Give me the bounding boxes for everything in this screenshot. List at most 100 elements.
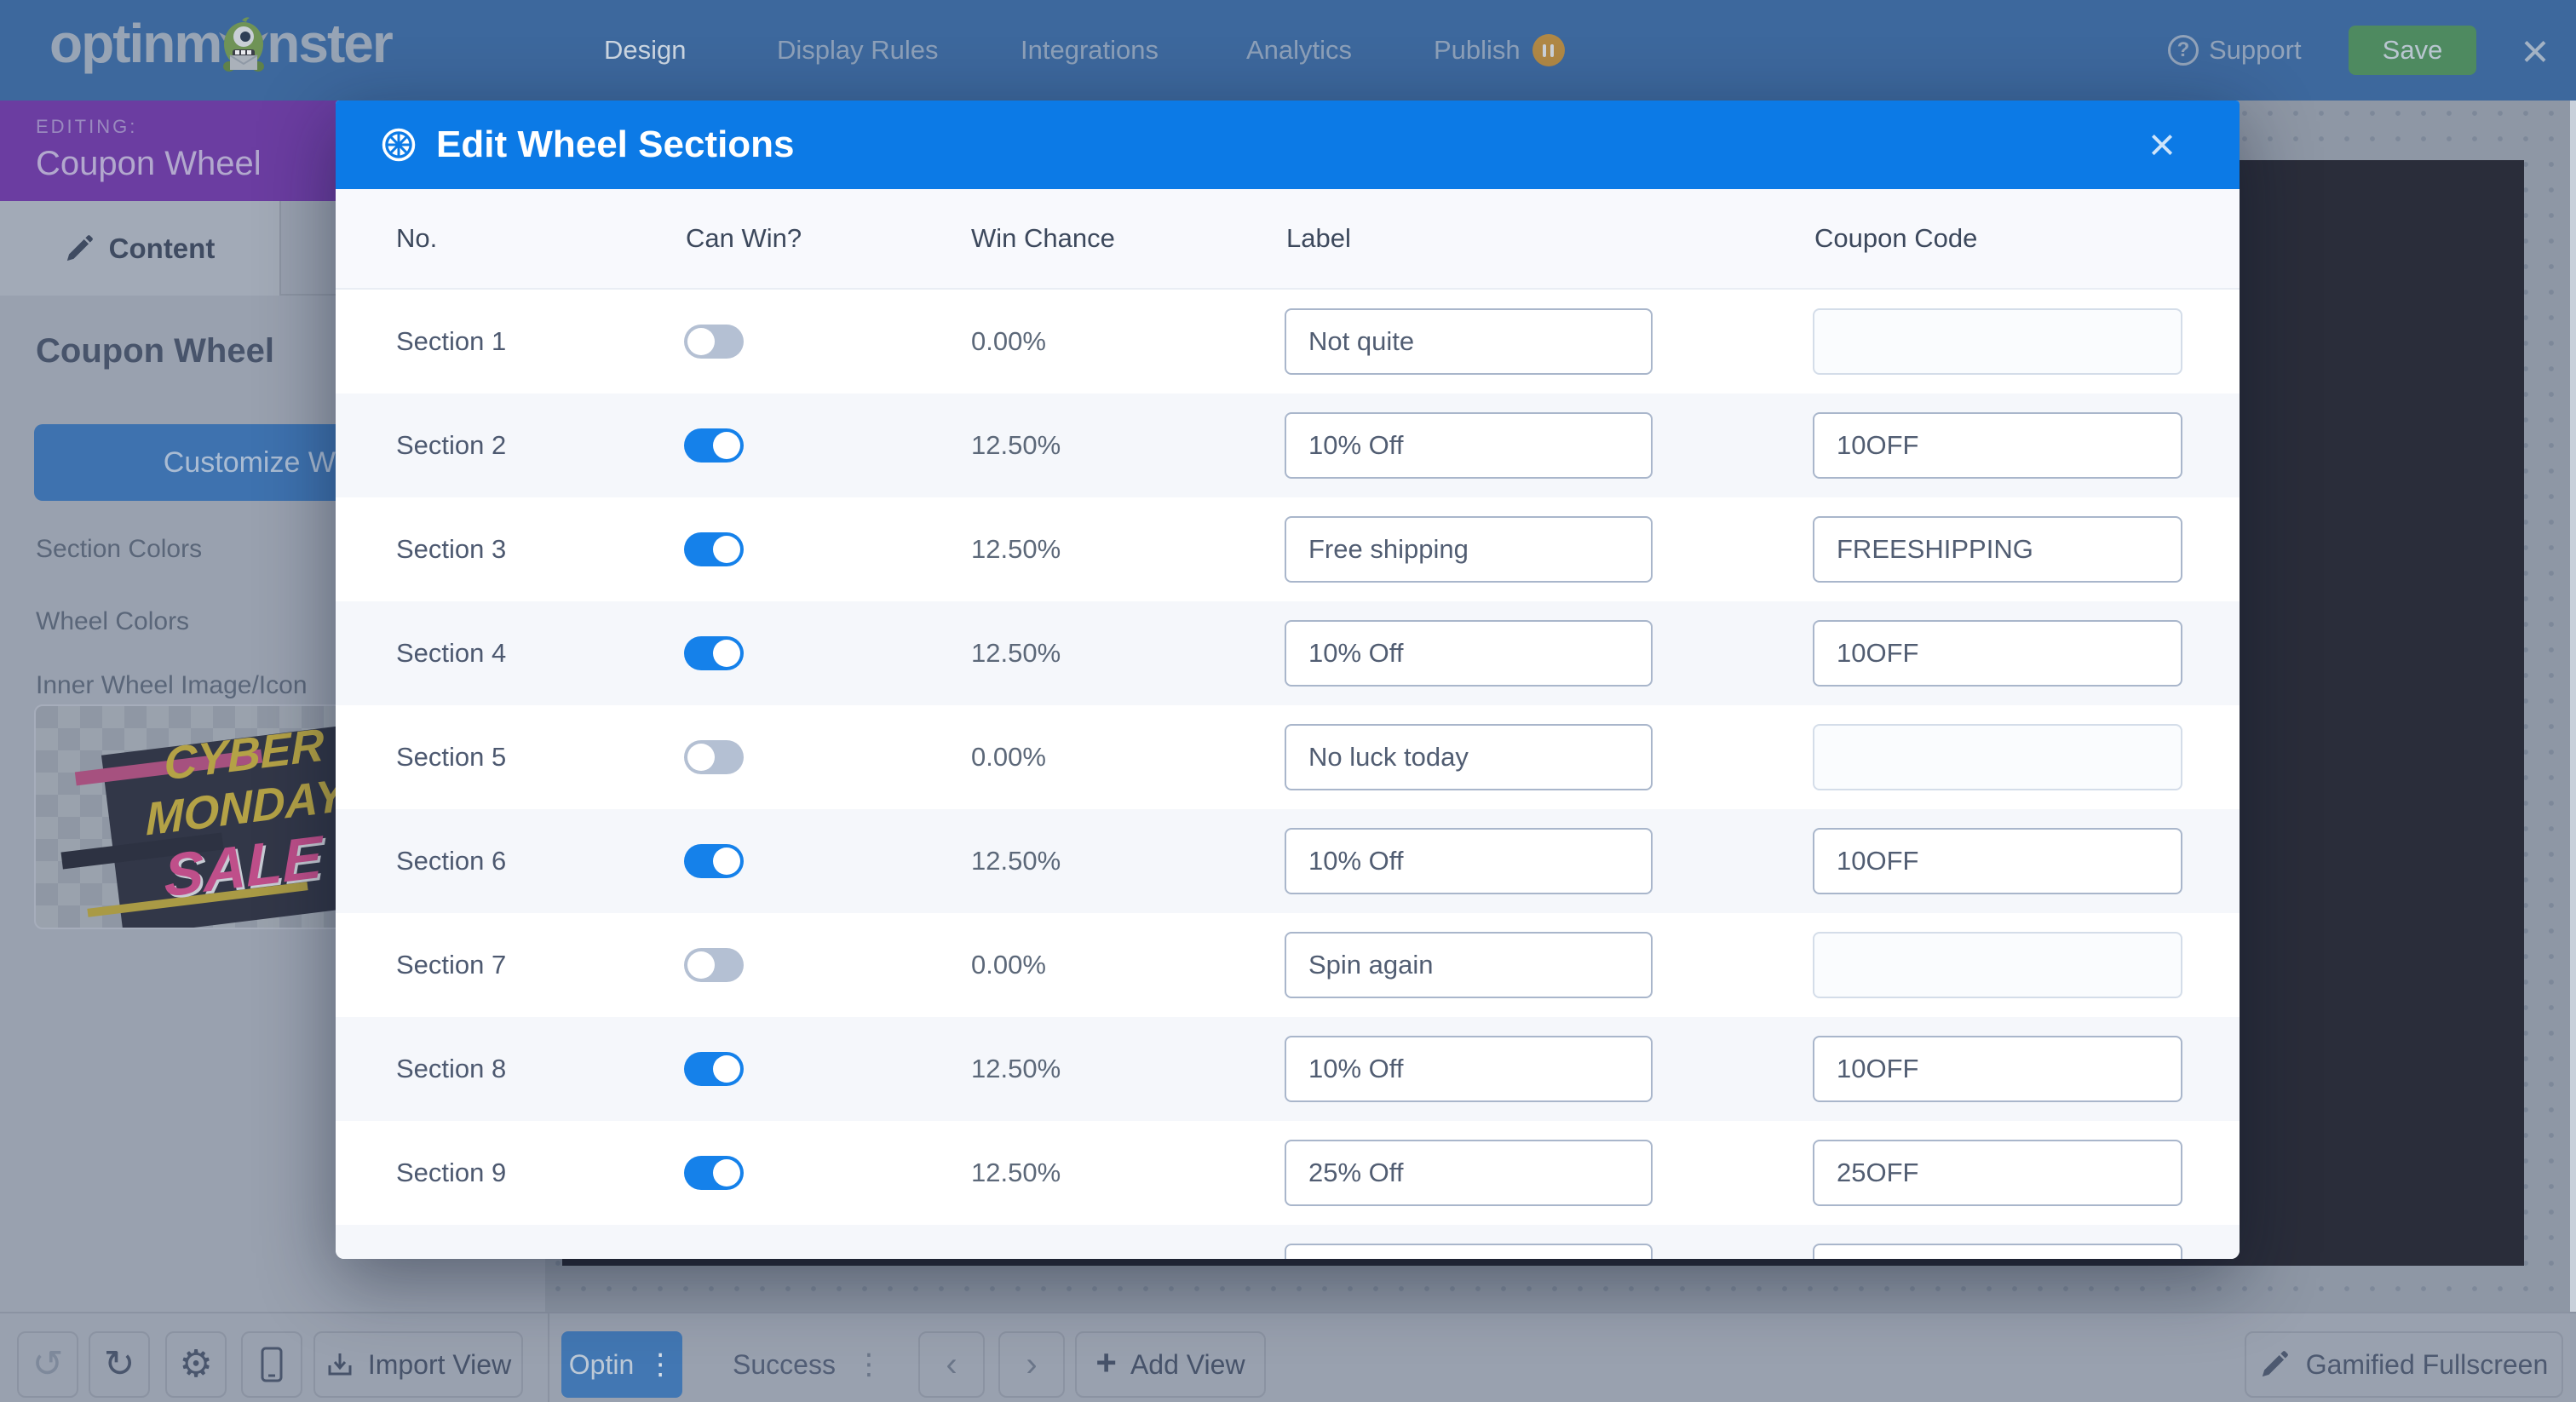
section-number: Section 3 — [396, 534, 506, 565]
nav-item-design[interactable]: Design — [604, 0, 687, 101]
tab-content[interactable]: Content — [0, 201, 281, 296]
toggle-knob — [713, 848, 740, 875]
label-input[interactable] — [1285, 1140, 1653, 1206]
redo-button[interactable]: ↻ — [89, 1331, 150, 1398]
section-number: Section 9 — [396, 1158, 506, 1188]
coupon-input[interactable] — [1813, 932, 2182, 998]
label-input[interactable] — [1285, 308, 1653, 375]
column-header-coupon: Coupon Code — [1814, 223, 1977, 254]
save-label: Save — [2383, 35, 2443, 66]
column-header-no: No. — [396, 223, 437, 254]
section-colors-row[interactable]: Section Colors — [36, 535, 202, 564]
wheel-colors-row[interactable]: Wheel Colors — [36, 607, 189, 636]
support-label: Support — [2209, 35, 2302, 66]
section-number: Section 1 — [396, 326, 506, 357]
can-win-toggle[interactable] — [684, 1156, 744, 1190]
can-win-toggle[interactable] — [684, 1052, 744, 1086]
nav-item-display-rules[interactable]: Display Rules — [777, 0, 939, 101]
label-input[interactable] — [1285, 516, 1653, 583]
logo-text-left: optinm — [49, 12, 221, 75]
bottom-toolbar: ↺ ↻ ⚙ Import View Optin ⋮ Success ⋮ ‹ — [0, 1312, 2576, 1402]
modal-title: Edit Wheel Sections — [436, 124, 795, 166]
coupon-input[interactable] — [1813, 1036, 2182, 1102]
nav-item-analytics[interactable]: Analytics — [1246, 0, 1352, 101]
column-header-label: Label — [1286, 223, 1351, 254]
nav-item-label: Integrations — [1021, 35, 1159, 66]
table-row: Section 8 12.50% — [336, 1017, 2240, 1121]
can-win-toggle[interactable] — [684, 740, 744, 774]
logo-text-right: nster — [267, 12, 392, 75]
can-win-toggle[interactable] — [684, 844, 744, 878]
win-chance: 12.50% — [971, 430, 1061, 461]
can-win-toggle[interactable] — [684, 325, 744, 359]
label-input[interactable] — [1285, 620, 1653, 687]
coupon-input[interactable] — [1813, 516, 2182, 583]
section-number: Section 8 — [396, 1054, 506, 1084]
coupon-input[interactable] — [1813, 308, 2182, 375]
label-input[interactable] — [1285, 724, 1653, 790]
modal-close-icon[interactable]: × — [2132, 101, 2192, 189]
import-view-label: Import View — [368, 1349, 511, 1381]
optin-view-button[interactable]: Optin ⋮ — [561, 1331, 682, 1398]
save-button[interactable]: Save — [2349, 26, 2476, 75]
chevron-left-icon: ‹ — [946, 1346, 957, 1384]
builder-close-icon[interactable]: × — [2510, 0, 2561, 101]
coupon-input[interactable] — [1813, 724, 2182, 790]
add-view-button[interactable]: + Add View — [1075, 1331, 1266, 1398]
success-menu-icon[interactable]: ⋮ — [854, 1350, 883, 1379]
undo-button[interactable]: ↺ — [17, 1331, 78, 1398]
can-win-toggle[interactable] — [684, 428, 744, 463]
top-navbar: optinm nster Design Di — [0, 0, 2576, 101]
table-row: Section 1 0.00% — [336, 290, 2240, 394]
table-row: Section 4 12.50% — [336, 601, 2240, 705]
label-input[interactable] — [1285, 828, 1653, 894]
redo-icon: ↻ — [104, 1346, 135, 1383]
win-chance: 12.50% — [971, 638, 1061, 669]
coupon-input[interactable] — [1813, 828, 2182, 894]
pencil-icon — [65, 234, 94, 263]
settings-button[interactable]: ⚙ — [165, 1331, 227, 1398]
monster-icon — [217, 17, 270, 73]
next-view-button[interactable]: › — [998, 1331, 1065, 1398]
toggle-knob — [687, 744, 715, 771]
coupon-input[interactable] — [1813, 1244, 2182, 1259]
nav-item-label: Publish — [1434, 35, 1521, 66]
optinmonster-logo[interactable]: optinm nster — [49, 12, 392, 75]
nav-item-publish[interactable]: Publish — [1434, 0, 1565, 101]
can-win-toggle[interactable] — [684, 532, 744, 566]
label-input[interactable] — [1285, 1036, 1653, 1102]
toggle-knob — [713, 1159, 740, 1187]
coupon-input[interactable] — [1813, 1140, 2182, 1206]
coupon-input[interactable] — [1813, 620, 2182, 687]
optin-menu-icon[interactable]: ⋮ — [646, 1350, 675, 1379]
label-input[interactable] — [1285, 412, 1653, 479]
table-header-row: No. Can Win? Win Chance Label Coupon Cod… — [336, 189, 2240, 290]
inner-wheel-image-label: Inner Wheel Image/Icon — [36, 671, 308, 700]
toggle-knob — [713, 432, 740, 459]
section-number: Section 5 — [396, 742, 506, 773]
label-input[interactable] — [1285, 1244, 1653, 1259]
can-win-toggle[interactable] — [684, 948, 744, 982]
mobile-preview-button[interactable] — [241, 1331, 302, 1398]
win-chance: 0.00% — [971, 326, 1046, 357]
label-input[interactable] — [1285, 932, 1653, 998]
previous-view-button[interactable]: ‹ — [918, 1331, 985, 1398]
can-win-toggle[interactable] — [684, 636, 744, 670]
table-row: Section 2 12.50% — [336, 394, 2240, 497]
nav-item-integrations[interactable]: Integrations — [1021, 0, 1159, 101]
win-chance: 12.50% — [971, 1054, 1061, 1084]
table-row: Section 10 12.50% — [336, 1225, 2240, 1259]
success-label: Success — [733, 1349, 836, 1381]
question-icon: ? — [2168, 35, 2199, 66]
section-number: Section 6 — [396, 846, 506, 876]
chevron-right-icon: › — [1026, 1346, 1037, 1384]
support-button[interactable]: ? Support — [2168, 0, 2302, 101]
success-view-button[interactable]: Success ⋮ — [733, 1331, 883, 1398]
campaign-type-button[interactable]: Gamified Fullscreen — [2245, 1331, 2563, 1398]
import-view-button[interactable]: Import View — [313, 1331, 523, 1398]
toggle-knob — [713, 1055, 740, 1083]
coupon-input[interactable] — [1813, 412, 2182, 479]
add-view-label: Add View — [1130, 1349, 1245, 1381]
nav-item-label: Analytics — [1246, 35, 1352, 66]
canvas-scrollbar[interactable] — [2570, 101, 2576, 1312]
